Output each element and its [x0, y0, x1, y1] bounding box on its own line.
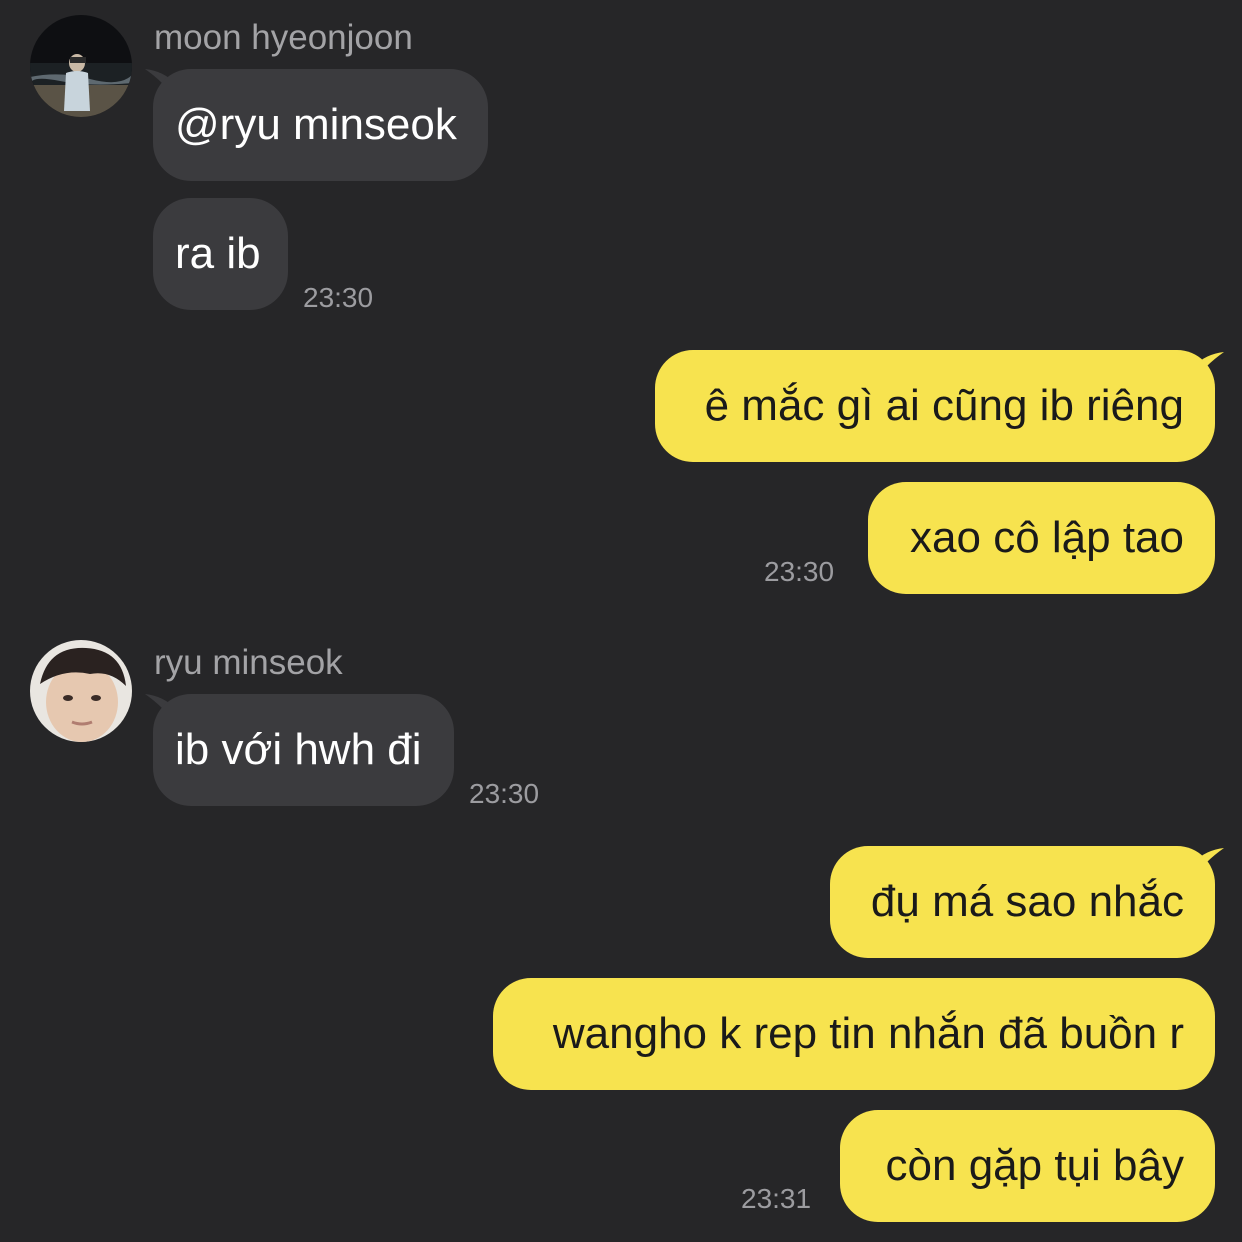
message-timestamp: 23:31	[741, 1183, 812, 1214]
message-text: ê mắc gì ai cũng ib riêng	[704, 381, 1184, 430]
message-text: xao cô lập tao	[910, 513, 1184, 562]
message-bubble-outgoing[interactable]: còn gặp tụi bây	[840, 1110, 1215, 1222]
message-text: ib với hwh đi	[175, 725, 422, 774]
message-bubble-incoming[interactable]: ib với hwh đi	[153, 694, 454, 806]
message-timestamp: 23:30	[303, 282, 374, 313]
message-text: đụ má sao nhắc	[870, 877, 1184, 926]
message-text: ra ib	[175, 229, 261, 278]
message-text: còn gặp tụi bây	[885, 1141, 1184, 1190]
profile-photo-icon	[30, 15, 132, 117]
message-text: @ryu minseok	[175, 100, 457, 149]
message-bubble-outgoing[interactable]: ê mắc gì ai cũng ib riêng	[655, 350, 1215, 462]
message-timestamp: 23:30	[469, 778, 540, 809]
message-timestamp: 23:30	[764, 556, 835, 587]
message-bubble-incoming[interactable]: @ryu minseok	[153, 69, 488, 181]
sender-name: ryu minseok	[154, 643, 343, 682]
message-bubble-outgoing[interactable]: wangho k rep tin nhắn đã buồn r	[493, 978, 1215, 1090]
profile-photo-icon	[30, 640, 132, 742]
message-bubble-incoming[interactable]: ra ib	[153, 198, 288, 310]
message-bubble-outgoing[interactable]: đụ má sao nhắc	[830, 846, 1215, 958]
sender-name: moon hyeonjoon	[154, 18, 413, 57]
message-text: wangho k rep tin nhắn đã buồn r	[552, 1009, 1184, 1058]
avatar-moon-hyeonjoon[interactable]	[30, 15, 132, 117]
message-bubble-outgoing[interactable]: xao cô lập tao	[868, 482, 1215, 594]
avatar-ryu-minseok[interactable]	[30, 640, 132, 742]
